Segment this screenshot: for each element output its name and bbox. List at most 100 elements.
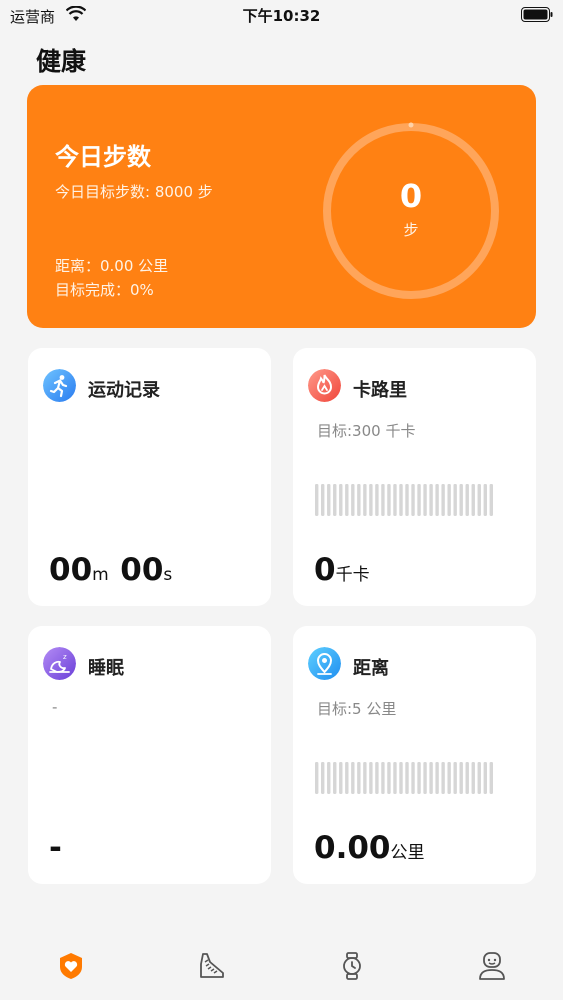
steps-completion: 目标完成：0%: [55, 281, 154, 299]
bar-placeholder: [459, 484, 463, 516]
bar-placeholder: [441, 762, 445, 794]
bar-placeholder: [357, 762, 361, 794]
calories-unit: 千卡: [335, 565, 370, 585]
location-pin-icon: [308, 647, 341, 680]
tab-exercise[interactable]: [196, 950, 228, 982]
sleep-title: 睡眠: [88, 658, 124, 679]
bar-placeholder: [489, 762, 493, 794]
calories-bar-chart: [315, 484, 493, 516]
bar-placeholder: [399, 762, 403, 794]
bar-placeholder: [381, 762, 385, 794]
tab-device[interactable]: [336, 950, 368, 982]
bar-placeholder: [327, 762, 331, 794]
bar-placeholder: [375, 762, 379, 794]
bar-placeholder: [369, 484, 373, 516]
distance-card[interactable]: 距离 目标:5 公里 0.00公里: [293, 626, 536, 884]
bar-placeholder: [327, 484, 331, 516]
bar-placeholder: [339, 762, 343, 794]
bar-placeholder: [423, 484, 427, 516]
bar-placeholder: [405, 762, 409, 794]
bar-placeholder: [387, 484, 391, 516]
tab-health[interactable]: [55, 950, 87, 982]
bar-placeholder: [363, 762, 367, 794]
bar-placeholder: [381, 484, 385, 516]
distance-value-row: 0.00公里: [314, 830, 425, 866]
flame-icon: [308, 369, 341, 402]
bar-placeholder: [423, 762, 427, 794]
bar-placeholder: [429, 762, 433, 794]
workout-minutes: 00: [49, 552, 93, 588]
bar-placeholder: [465, 762, 469, 794]
tab-bar: [0, 940, 563, 1000]
bar-placeholder: [447, 484, 451, 516]
bar-placeholder: [321, 484, 325, 516]
sleep-moon-icon: z: [43, 647, 76, 680]
bar-placeholder: [333, 762, 337, 794]
bar-placeholder: [417, 762, 421, 794]
calories-value: 0: [314, 552, 336, 588]
page-title: 健康: [36, 47, 87, 76]
bar-placeholder: [417, 484, 421, 516]
steps-card[interactable]: 今日步数 今日目标步数: 8000 步 距离：0.00 公里 目标完成：0% 0…: [27, 85, 536, 328]
workout-title: 运动记录: [88, 380, 160, 401]
bar-placeholder: [471, 484, 475, 516]
bar-placeholder: [357, 484, 361, 516]
steps-goal: 今日目标步数: 8000 步: [55, 183, 213, 201]
bar-placeholder: [345, 762, 349, 794]
svg-text:z: z: [63, 653, 67, 661]
status-time: 下午10:32: [242, 7, 321, 25]
steps-value: 0: [399, 177, 423, 215]
workout-seconds: 00: [120, 552, 164, 588]
distance-goal: 目标:5 公里: [317, 700, 397, 718]
bar-placeholder: [369, 762, 373, 794]
bar-placeholder: [387, 762, 391, 794]
bar-placeholder: [435, 484, 439, 516]
bar-placeholder: [477, 762, 481, 794]
sleep-card[interactable]: z 睡眠 - -: [28, 626, 271, 884]
bar-placeholder: [315, 762, 319, 794]
distance-bar-chart: [315, 762, 493, 794]
distance-unit: 公里: [390, 843, 425, 863]
bar-placeholder: [435, 762, 439, 794]
steps-distance: 距离：0.00 公里: [55, 257, 169, 275]
sleep-value: -: [49, 830, 62, 866]
bar-placeholder: [321, 762, 325, 794]
steps-title: 今日步数: [55, 143, 151, 171]
workout-card[interactable]: 运动记录 00m 00s: [28, 348, 271, 606]
bar-placeholder: [345, 484, 349, 516]
workout-duration: 00m 00s: [49, 552, 172, 588]
calories-card[interactable]: 卡路里 目标:300 千卡 0千卡: [293, 348, 536, 606]
bar-placeholder: [489, 484, 493, 516]
bar-placeholder: [399, 484, 403, 516]
bar-placeholder: [429, 484, 433, 516]
bar-placeholder: [483, 762, 487, 794]
bar-placeholder: [477, 484, 481, 516]
bar-placeholder: [315, 484, 319, 516]
bar-placeholder: [333, 484, 337, 516]
distance-value: 0.00: [314, 830, 391, 866]
bar-placeholder: [351, 762, 355, 794]
bar-placeholder: [411, 484, 415, 516]
battery-icon: [521, 7, 553, 22]
workout-minutes-unit: m: [92, 565, 109, 585]
status-bar: 运营商 下午10:32: [0, 0, 563, 30]
running-icon: [43, 369, 76, 402]
workout-seconds-unit: s: [163, 565, 173, 585]
bar-placeholder: [483, 484, 487, 516]
distance-title: 距离: [353, 658, 389, 679]
calories-goal: 目标:300 千卡: [317, 422, 416, 440]
bar-placeholder: [453, 484, 457, 516]
bar-placeholder: [471, 762, 475, 794]
bar-placeholder: [393, 484, 397, 516]
bar-placeholder: [465, 484, 469, 516]
bar-placeholder: [363, 484, 367, 516]
bar-placeholder: [375, 484, 379, 516]
bar-placeholder: [351, 484, 355, 516]
sleep-sub: -: [52, 698, 58, 716]
bar-placeholder: [459, 762, 463, 794]
tab-profile[interactable]: [476, 950, 508, 982]
bar-placeholder: [405, 484, 409, 516]
bar-placeholder: [339, 484, 343, 516]
bar-placeholder: [447, 762, 451, 794]
calories-value-row: 0千卡: [314, 552, 370, 588]
